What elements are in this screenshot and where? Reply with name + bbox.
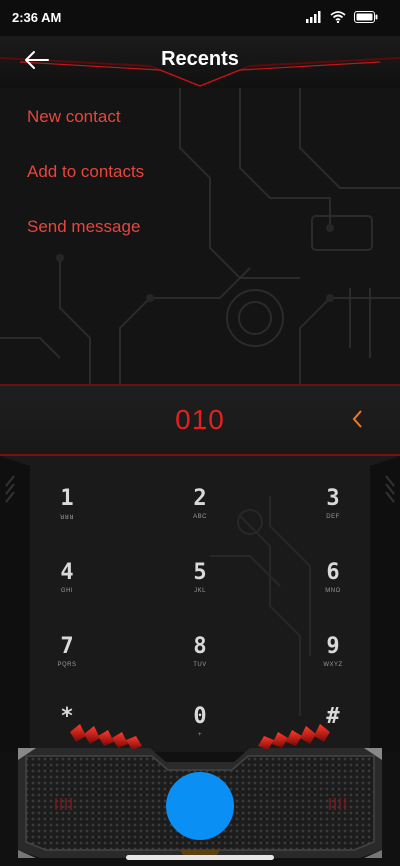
- key-3[interactable]: 3 DEF: [293, 486, 373, 542]
- new-contact-option[interactable]: New contact: [27, 107, 277, 137]
- options-panel: New contact Add to contacts Send message: [0, 88, 400, 384]
- wifi-icon: [330, 11, 346, 23]
- key-6[interactable]: 6 MNO: [293, 560, 373, 616]
- key-2[interactable]: 2 ABC: [160, 486, 240, 542]
- key-9-digit: 9: [326, 634, 340, 659]
- key-4-letters: GHI: [60, 588, 74, 594]
- add-to-contacts-option[interactable]: Add to contacts: [27, 162, 277, 192]
- key-6-digit: 6: [326, 560, 340, 585]
- key-8-letters: TUV: [193, 662, 207, 668]
- send-message-option[interactable]: Send message: [27, 217, 277, 247]
- call-button[interactable]: [166, 772, 234, 840]
- backspace-icon[interactable]: [350, 408, 364, 430]
- battery-icon: [354, 11, 378, 23]
- key-5-letters: JKL: [194, 588, 206, 594]
- key-8[interactable]: 8 TUV: [160, 634, 240, 690]
- key-5[interactable]: 5 JKL: [160, 560, 240, 616]
- key-9-letters: WXYZ: [323, 662, 343, 668]
- key-9[interactable]: 9 WXYZ: [293, 634, 373, 690]
- key-7[interactable]: 7 PQRS: [27, 634, 107, 690]
- home-indicator[interactable]: [126, 855, 274, 860]
- key-5-digit: 5: [193, 560, 207, 585]
- page-title: Recents: [161, 48, 239, 70]
- key-7-digit: 7: [60, 634, 74, 659]
- key-1[interactable]: 1 ꓤꓤꓤ: [27, 486, 107, 542]
- signal-icon: [306, 11, 321, 23]
- key-7-letters: PQRS: [57, 662, 77, 668]
- key-8-digit: 8: [193, 634, 207, 659]
- key-6-letters: MNO: [325, 588, 341, 594]
- key-4-digit: 4: [60, 560, 74, 585]
- status-bar: 2:36 AM: [0, 0, 400, 36]
- status-icons: [306, 11, 378, 23]
- key-2-letters: ABC: [193, 514, 207, 520]
- number-display-bar: 010: [0, 384, 400, 456]
- key-1-letters: ꓤꓤꓤ: [59, 515, 74, 521]
- key-3-letters: DEF: [326, 514, 340, 520]
- key-3-digit: 3: [326, 486, 340, 511]
- key-2-digit: 2: [193, 486, 207, 511]
- key-1-digit: 1: [60, 486, 74, 511]
- dialed-number: 010: [175, 404, 225, 435]
- key-4[interactable]: 4 GHI: [27, 560, 107, 616]
- status-time: 2:36 AM: [12, 10, 62, 25]
